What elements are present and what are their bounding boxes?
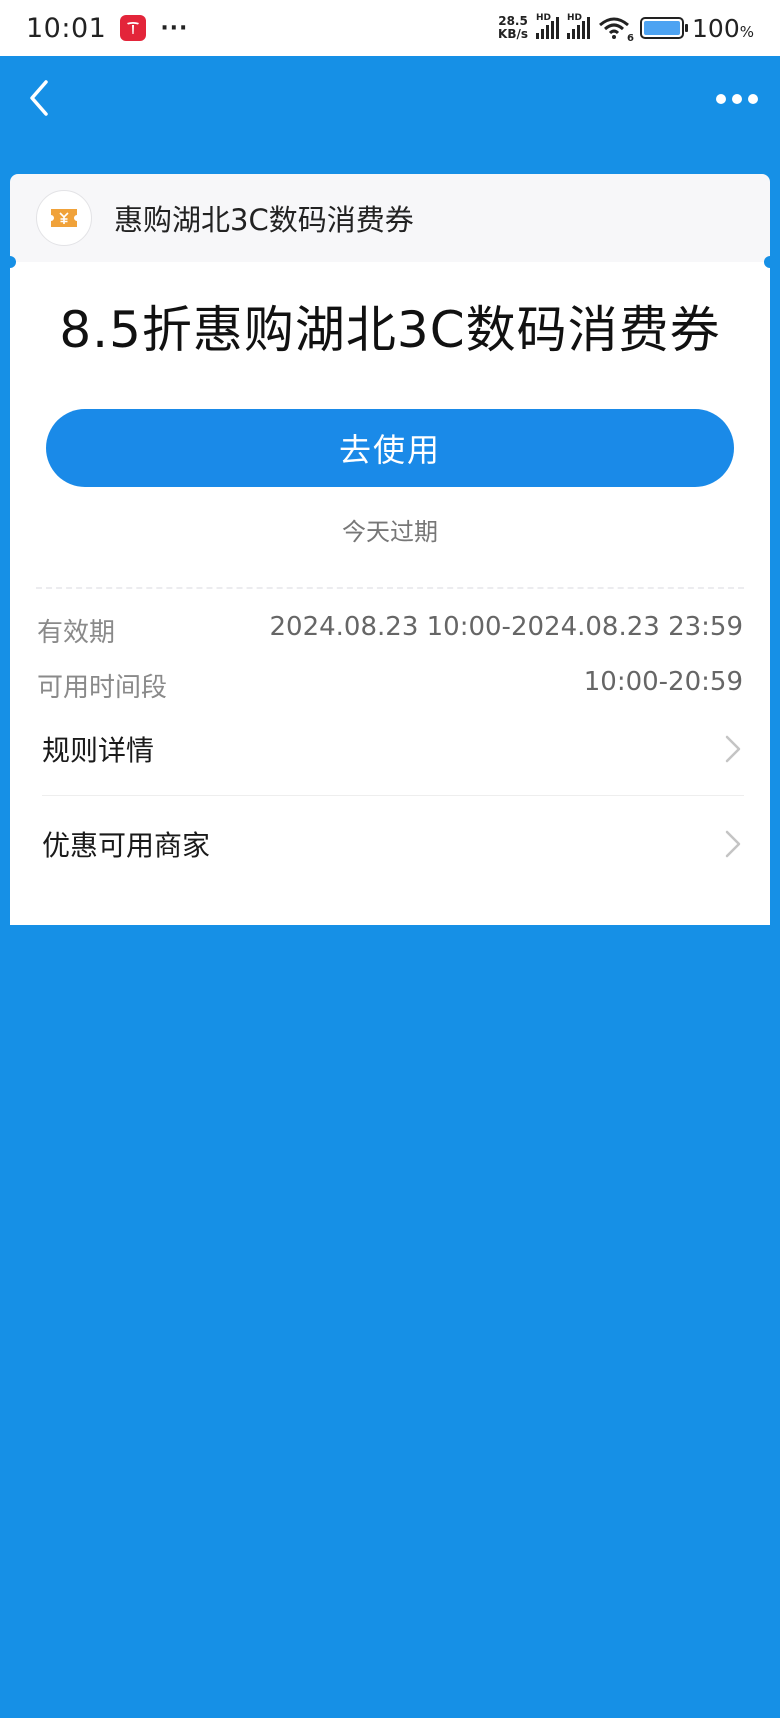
expire-note: 今天过期 <box>342 518 438 546</box>
network-speed-unit: KB/s <box>498 27 529 41</box>
status-right-group: 28.5 KB/s HD HD 6 100% <box>498 13 754 44</box>
eligible-merchants-link[interactable]: 优惠可用商家 <box>42 814 744 874</box>
coupon-card-body: 8.5折惠购湖北3C数码消费券 去使用 今天过期 有效期 2024.08.23 … <box>10 262 770 925</box>
battery-percent: 100% <box>692 14 754 43</box>
signal-hd-label-2: HD <box>567 13 583 23</box>
coupon-title: 8.5折惠购湖北3C数码消费券 <box>59 301 721 359</box>
validity-label: 有效期 <box>37 618 116 648</box>
wifi-label: 6 <box>627 33 635 44</box>
coupon-card-header: 惠购湖北3C数码消费券 <box>10 174 770 262</box>
battery-fill <box>644 21 681 35</box>
top-nav-bar <box>0 56 780 160</box>
rules-detail-label: 规则详情 <box>42 734 155 767</box>
battery-percent-unit: % <box>739 22 754 41</box>
rules-detail-link[interactable]: 规则详情 <box>42 719 744 779</box>
notification-more-icon: ··· <box>160 15 189 41</box>
validity-row: 有效期 2024.08.23 10:00-2024.08.23 23:59 <box>37 612 743 649</box>
row-divider <box>42 795 744 796</box>
coupon-ticket-icon <box>36 190 92 246</box>
time-slot-label: 可用时间段 <box>37 673 168 703</box>
time-slot-value: 10:00-20:59 <box>583 667 743 697</box>
card-notch-right <box>764 256 776 268</box>
time-slot-row: 可用时间段 10:00-20:59 <box>37 667 743 704</box>
battery-percent-value: 100 <box>692 13 740 43</box>
status-bar: 10:01 ··· 28.5 KB/s HD HD 6 100% <box>0 0 780 56</box>
network-speed: 28.5 KB/s <box>498 15 528 41</box>
more-dots-icon[interactable] <box>716 92 758 106</box>
dashed-divider <box>36 587 744 589</box>
tesla-app-icon <box>120 15 147 41</box>
validity-value: 2024.08.23 10:00-2024.08.23 23:59 <box>269 612 744 642</box>
chevron-right-icon <box>725 830 741 858</box>
cell-signal-2-icon: HD <box>567 13 591 39</box>
chevron-right-icon <box>725 735 741 763</box>
battery-icon <box>640 17 689 39</box>
signal-hd-label: HD <box>536 13 552 23</box>
eligible-merchants-label: 优惠可用商家 <box>42 829 211 862</box>
chevron-left-icon[interactable] <box>22 78 62 118</box>
status-time: 10:01 <box>26 12 107 44</box>
card-notch-left <box>4 256 16 268</box>
cell-signal-icon: HD <box>536 13 560 39</box>
wifi-icon: 6 <box>598 16 634 44</box>
coupon-header-title: 惠购湖北3C数码消费券 <box>114 203 414 237</box>
use-coupon-button[interactable]: 去使用 <box>46 409 734 487</box>
